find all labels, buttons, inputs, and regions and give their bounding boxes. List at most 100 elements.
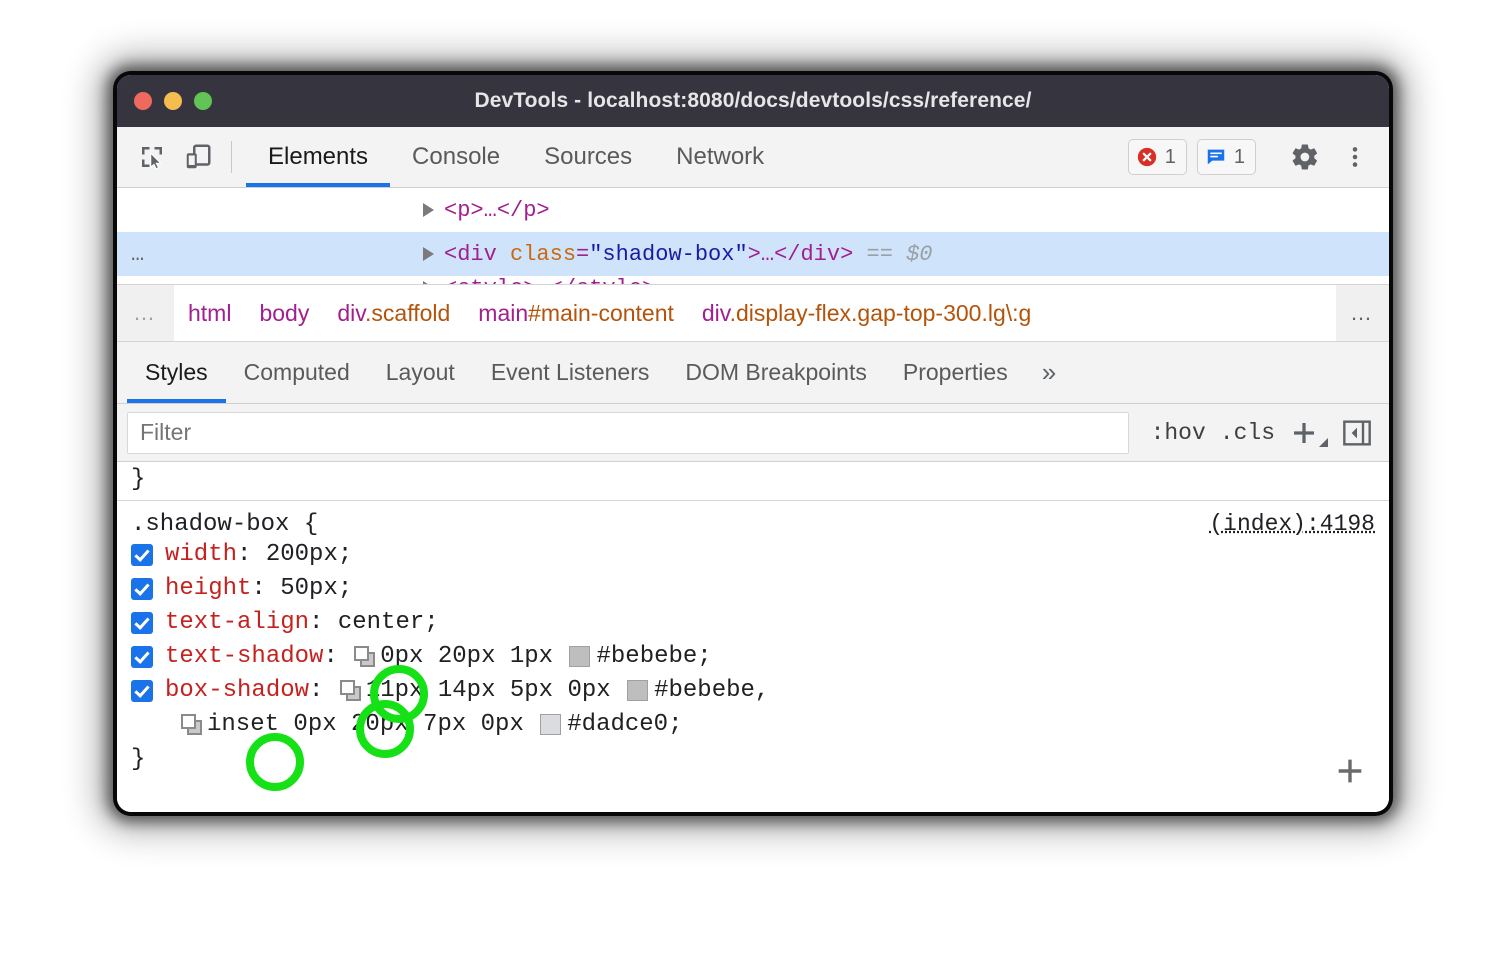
property-value[interactable]: 11px 14px 5px 0px (366, 677, 611, 704)
declaration-checkbox[interactable] (131, 646, 153, 668)
dom-row-style[interactable]: <style>…</style> (117, 276, 1389, 284)
new-style-rule-button[interactable] (1289, 418, 1327, 448)
sidebar-pane-tabs: Styles Computed Layout Event Listeners D… (117, 342, 1389, 404)
breadcrumb-overflow-left[interactable]: … (117, 285, 174, 341)
declaration-text-align[interactable]: text-align: center; (117, 606, 1389, 640)
breadcrumb-item-body[interactable]: body (245, 300, 323, 327)
window-titlebar: DevTools - localhost:8080/docs/devtools/… (117, 75, 1389, 127)
rule-selector[interactable]: .shadow-box { (131, 511, 318, 538)
message-count: 1 (1234, 146, 1245, 169)
style-rule-shadow-box: .shadow-box { (index):4198 width: 200px;… (117, 501, 1389, 773)
property-value[interactable]: 200px; (266, 541, 352, 568)
toolbar-spacer (786, 127, 1128, 187)
message-count-badge[interactable]: 1 (1197, 139, 1256, 175)
styles-toolbar-tools: :hov .cls (1129, 417, 1377, 449)
expand-triangle-icon[interactable] (423, 203, 434, 217)
toolbar-divider (231, 141, 232, 173)
declaration-checkbox[interactable] (131, 612, 153, 634)
property-color-value[interactable]: #bebebe, (654, 677, 769, 704)
shadow-editor-icon[interactable] (340, 680, 362, 702)
message-bubble-icon (1205, 146, 1227, 168)
declaration-checkbox[interactable] (131, 578, 153, 600)
error-circle-icon (1136, 146, 1158, 168)
color-swatch[interactable] (627, 680, 648, 701)
breadcrumb-overflow-right[interactable]: … (1336, 285, 1389, 341)
breadcrumb-item-html[interactable]: html (174, 300, 245, 327)
chevron-double-right-icon[interactable]: » (1026, 342, 1072, 403)
property-color-value[interactable]: #bebebe; (596, 643, 711, 670)
toggle-element-state-button[interactable]: :hov (1151, 420, 1206, 446)
previous-rule-closing-brace: } (117, 462, 1389, 501)
error-count-badge[interactable]: 1 (1128, 139, 1187, 175)
color-swatch[interactable] (569, 646, 590, 667)
property-name[interactable]: box-shadow (165, 677, 309, 704)
tab-console[interactable]: Console (390, 127, 522, 187)
window-title: DevTools - localhost:8080/docs/devtools/… (117, 89, 1389, 113)
dom-row-content: <style>…</style> (444, 276, 655, 284)
declaration-text-shadow[interactable]: text-shadow: 0px 20px 1px #bebebe; (117, 640, 1389, 674)
styles-rules-container: } .shadow-box { (index):4198 width: 200p… (117, 462, 1389, 812)
toggle-class-button[interactable]: .cls (1220, 420, 1275, 446)
breadcrumb: … html body div.scaffold main#main-conte… (117, 284, 1389, 342)
plus-icon (1289, 418, 1319, 448)
dom-row-shadow-box[interactable]: … <div class="shadow-box">…</div> == $0 (117, 232, 1389, 276)
gear-icon[interactable] (1285, 137, 1325, 177)
shadow-editor-icon[interactable] (181, 714, 203, 736)
rule-source-link[interactable]: (index):4198 (1209, 511, 1375, 537)
dom-tree: <p>…</p> … <div class="shadow-box">…</di… (117, 188, 1389, 284)
tab-network[interactable]: Network (654, 127, 786, 187)
tab-properties[interactable]: Properties (885, 342, 1026, 403)
property-value[interactable]: inset 0px 20px 7px 0px (207, 711, 524, 738)
property-value[interactable]: 50px; (280, 575, 352, 602)
rule-header: .shadow-box { (index):4198 (117, 511, 1389, 538)
property-value[interactable]: 0px 20px 1px (380, 643, 553, 670)
property-name[interactable]: width (165, 541, 237, 568)
breadcrumb-item-div-display-flex[interactable]: div.display-flex.gap-top-300.lg\:g (688, 300, 1045, 327)
property-color-value[interactable]: #dadce0; (567, 711, 682, 738)
close-window-button[interactable] (134, 92, 152, 110)
tab-elements[interactable]: Elements (246, 127, 390, 187)
minimize-window-button[interactable] (164, 92, 182, 110)
traffic-lights (134, 92, 212, 110)
property-name[interactable]: height (165, 575, 251, 602)
inspect-element-icon[interactable] (129, 127, 175, 187)
shadow-editor-icon[interactable] (354, 646, 376, 668)
screenshot-root: DevTools - localhost:8080/docs/devtools/… (0, 0, 1504, 964)
declaration-checkbox[interactable] (131, 544, 153, 566)
tab-computed[interactable]: Computed (226, 342, 368, 403)
declaration-box-shadow[interactable]: box-shadow: 11px 14px 5px 0px #bebebe, (117, 674, 1389, 708)
dom-row-overflow-ellipsis[interactable]: … (117, 242, 183, 267)
plus-icon (1333, 754, 1367, 788)
breadcrumb-item-div-scaffold[interactable]: div.scaffold (323, 300, 464, 327)
tab-sources[interactable]: Sources (522, 127, 654, 187)
property-value[interactable]: center; (338, 609, 439, 636)
declaration-width[interactable]: width: 200px; (117, 538, 1389, 572)
tab-styles[interactable]: Styles (127, 342, 226, 403)
property-name[interactable]: text-align (165, 609, 309, 636)
expand-triangle-icon[interactable] (423, 247, 434, 261)
devtools-window: DevTools - localhost:8080/docs/devtools/… (117, 75, 1389, 812)
dropdown-corner-icon (1317, 436, 1329, 448)
dom-row-content: <div class="shadow-box">…</div> == $0 (444, 242, 933, 267)
declaration-checkbox[interactable] (131, 680, 153, 702)
toggle-sidebar-icon[interactable] (1341, 417, 1373, 449)
filter-input[interactable]: Filter (127, 412, 1129, 454)
kebab-menu-icon[interactable] (1335, 137, 1375, 177)
add-property-button[interactable] (1333, 754, 1367, 796)
declaration-height[interactable]: height: 50px; (117, 572, 1389, 606)
property-name[interactable]: text-shadow (165, 643, 323, 670)
error-count: 1 (1165, 146, 1176, 169)
device-toolbar-icon[interactable] (175, 127, 221, 187)
tab-event-listeners[interactable]: Event Listeners (473, 342, 668, 403)
tab-layout[interactable]: Layout (368, 342, 473, 403)
devtools-toolbar: Elements Console Sources Network 1 (117, 127, 1389, 188)
styles-filter-row: Filter :hov .cls (117, 404, 1389, 462)
panel-tabs: Elements Console Sources Network (246, 127, 786, 187)
color-swatch[interactable] (540, 714, 561, 735)
rule-closing-brace: } (117, 742, 1389, 773)
breadcrumb-item-main-content[interactable]: main#main-content (464, 300, 688, 327)
declaration-box-shadow-second-layer[interactable]: inset 0px 20px 7px 0px #dadce0; (117, 708, 1389, 742)
dom-row-p[interactable]: <p>…</p> (117, 188, 1389, 232)
zoom-window-button[interactable] (194, 92, 212, 110)
tab-dom-breakpoints[interactable]: DOM Breakpoints (667, 342, 885, 403)
